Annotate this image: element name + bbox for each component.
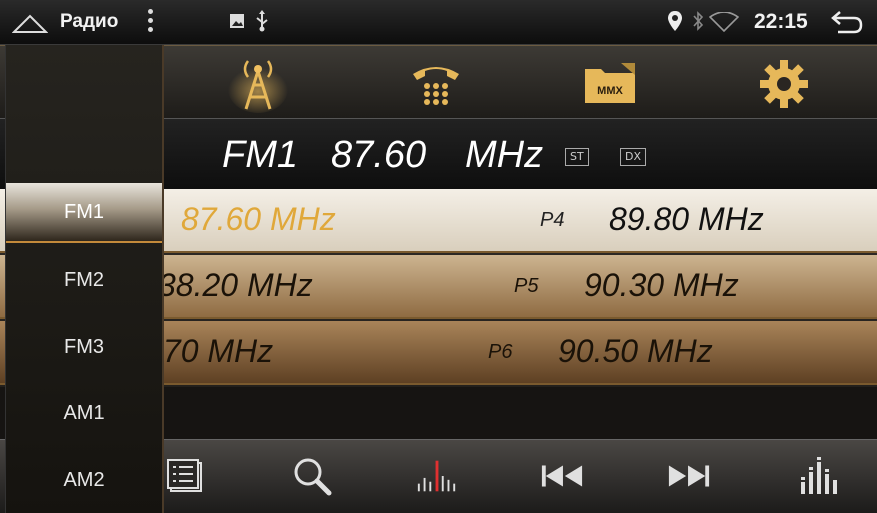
equalizer-icon xyxy=(801,457,837,494)
preset-right-frequency[interactable]: 89.80 MHz xyxy=(609,201,764,238)
gear-icon xyxy=(760,60,808,108)
list-icon xyxy=(167,459,202,492)
next-icon xyxy=(668,465,710,487)
stereo-badge: ST xyxy=(565,148,589,166)
current-band: FM1 xyxy=(222,134,298,176)
list-button[interactable] xyxy=(163,456,207,496)
usb-icon xyxy=(254,10,270,36)
previous-button[interactable] xyxy=(540,456,584,496)
status-bar: Радио 22:15 xyxy=(0,0,877,45)
app-title: Радио xyxy=(60,11,119,32)
preset-left-frequency[interactable]: .70 MHz xyxy=(154,333,273,370)
scan-button[interactable] xyxy=(415,456,459,496)
next-button[interactable] xyxy=(667,456,711,496)
previous-icon xyxy=(541,465,583,487)
equalizer-button[interactable] xyxy=(796,456,840,496)
scan-icon xyxy=(417,460,456,492)
preset-right-frequency[interactable]: 90.30 MHz xyxy=(584,267,739,304)
preset-left-frequency[interactable]: 38.20 MHz xyxy=(158,267,313,304)
band-item-fm3[interactable]: FM3 xyxy=(6,317,162,377)
home-icon[interactable] xyxy=(11,12,49,38)
preset-label: P4 xyxy=(540,209,565,231)
radio-tab[interactable] xyxy=(228,54,288,114)
search-icon xyxy=(294,458,332,496)
search-button[interactable] xyxy=(290,456,334,496)
bluetooth-icon xyxy=(692,11,704,35)
location-icon xyxy=(667,10,683,36)
band-item-am2[interactable]: AM2 xyxy=(6,450,162,510)
band-dropdown: FM1 FM2 FM3 AM1 AM2 xyxy=(5,45,164,513)
settings-tab[interactable] xyxy=(754,54,814,114)
music-tab[interactable]: MMX xyxy=(580,54,640,114)
back-icon[interactable] xyxy=(830,9,864,39)
mmx-folder-icon: MMX xyxy=(585,63,635,103)
radio-tower-icon xyxy=(228,60,288,113)
phone-icon xyxy=(413,67,459,105)
preset-label: P6 xyxy=(488,341,513,363)
phone-tab[interactable] xyxy=(406,54,466,114)
band-item-fm2[interactable]: FM2 xyxy=(6,250,162,310)
mmx-label: MMX xyxy=(597,85,623,97)
wifi-icon xyxy=(708,11,740,36)
clock: 22:15 xyxy=(754,10,808,33)
preset-left-frequency[interactable]: 87.60 MHz xyxy=(181,201,336,238)
preset-right-frequency[interactable]: 90.50 MHz xyxy=(558,333,713,370)
dx-badge[interactable]: DX xyxy=(620,148,647,166)
menu-dots-icon[interactable] xyxy=(146,9,154,37)
band-item-am1[interactable]: AM1 xyxy=(6,383,162,443)
preset-label: P5 xyxy=(514,275,539,297)
image-icon xyxy=(229,13,245,33)
current-frequency: 87.60 xyxy=(331,134,427,176)
frequency-unit: MHz xyxy=(465,134,544,176)
band-item-fm1[interactable]: FM1 xyxy=(6,183,162,243)
